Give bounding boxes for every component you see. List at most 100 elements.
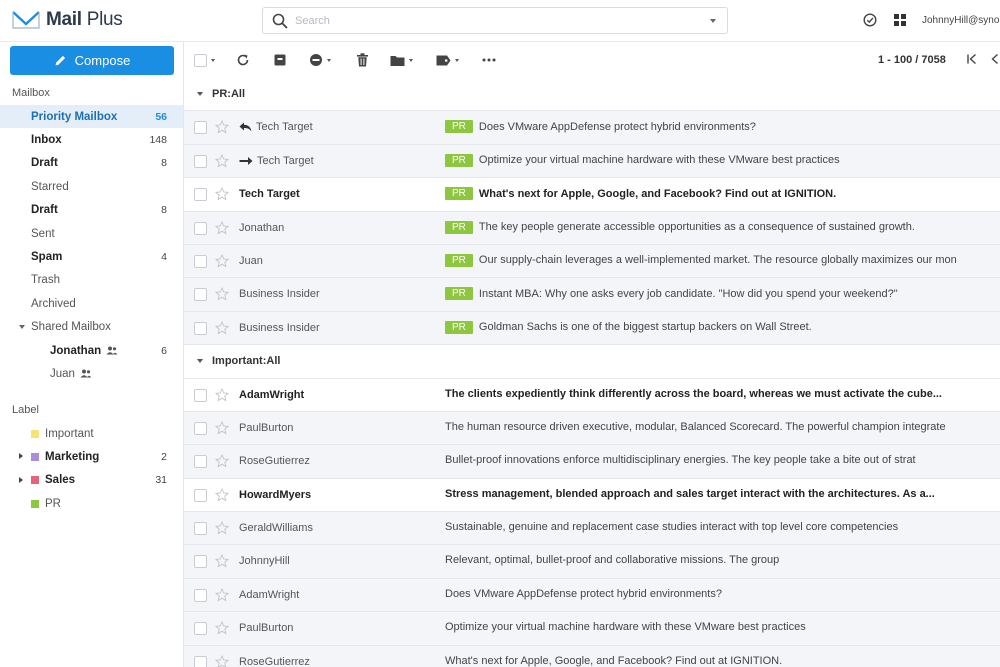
archive-button[interactable]: [273, 52, 287, 68]
sidebar-item-label: Sales: [45, 474, 76, 487]
search-icon[interactable]: [272, 13, 288, 29]
sidebar-item-draft-2[interactable]: Draft 8: [0, 199, 183, 222]
move-to-folder-dropdown[interactable]: [390, 52, 413, 68]
row-checkbox[interactable]: [194, 121, 207, 135]
user-account[interactable]: JohnnyHill@synology: [922, 15, 1000, 26]
expand-caret-icon[interactable]: [19, 453, 23, 460]
star-icon[interactable]: [215, 654, 229, 667]
row-checkbox[interactable]: [194, 154, 207, 168]
star-icon[interactable]: [215, 253, 229, 268]
mail-row[interactable]: Tech Target PR Does VMware AppDefense pro…: [184, 111, 1000, 145]
row-checkbox[interactable]: [194, 388, 207, 402]
star-icon[interactable]: [215, 187, 229, 201]
refresh-button[interactable]: [236, 52, 250, 68]
collapse-caret-icon[interactable]: [197, 92, 203, 97]
chevron-down-icon: [409, 58, 413, 62]
mail-row[interactable]: Tech Target PR Optimize your virtual mach…: [184, 144, 1000, 179]
apps-grid-icon[interactable]: [892, 12, 908, 28]
pr-label-tag: PR: [445, 120, 473, 134]
sidebar-item-archived[interactable]: Archived: [0, 292, 183, 315]
sidebar-item-shared-juan[interactable]: Juan: [0, 362, 183, 385]
mail-row[interactable]: HowardMyers Stress management, blended a…: [184, 478, 1000, 513]
compose-button[interactable]: Compose: [10, 46, 174, 75]
row-checkbox[interactable]: [194, 522, 207, 536]
row-checkbox[interactable]: [194, 488, 207, 502]
sender-name: Juan: [239, 254, 263, 267]
mail-row[interactable]: RoseGutierrez What's next for Apple, Goo…: [184, 645, 1000, 667]
row-checkbox[interactable]: [194, 288, 207, 302]
row-checkbox[interactable]: [194, 321, 207, 335]
sender: Tech Target: [239, 121, 313, 133]
star-icon[interactable]: [215, 454, 229, 468]
sidebar-item-priority-mailbox[interactable]: Priority Mailbox 56: [0, 105, 183, 129]
sidebar-item-trash[interactable]: Trash: [0, 269, 183, 292]
sidebar-item-shared-jonathan[interactable]: Jonathan 6: [0, 339, 183, 362]
delete-button[interactable]: [356, 52, 369, 68]
row-checkbox[interactable]: [194, 421, 207, 435]
mail-row[interactable]: Juan PR Our supply-chain leverages a well…: [184, 244, 1000, 279]
star-icon[interactable]: [215, 387, 229, 402]
mail-row[interactable]: PaulBurton The human resource driven exe…: [184, 411, 1000, 446]
mail-row[interactable]: JohnnyHill Relevant, optimal, bullet-pro…: [184, 545, 1000, 579]
star-icon[interactable]: [215, 587, 229, 602]
mail-row[interactable]: GeraldWilliams Sustainable, genuine and …: [184, 512, 1000, 546]
group-header-important[interactable]: Important:All: [184, 345, 1000, 379]
subject-text: Does VMware AppDefense protect hybrid en…: [478, 120, 756, 133]
previous-page-icon[interactable]: [990, 53, 1000, 65]
row-checkbox[interactable]: [194, 588, 207, 602]
sidebar-item-starred[interactable]: Starred: [0, 175, 183, 198]
row-checkbox[interactable]: [194, 221, 207, 235]
row-checkbox[interactable]: [194, 455, 207, 469]
sidebar-item-spam[interactable]: Spam 4: [0, 245, 183, 268]
refresh-icon: [237, 54, 249, 66]
block-dropdown[interactable]: [309, 52, 331, 68]
sidebar-item-sent[interactable]: Sent: [0, 222, 183, 245]
mail-row[interactable]: Tech Target PR What's next for Apple, Goo…: [184, 178, 1000, 212]
star-icon[interactable]: [215, 487, 229, 502]
collapse-caret-icon[interactable]: [197, 359, 203, 364]
subject: The human resource driven executive, mod…: [445, 421, 1000, 433]
star-icon[interactable]: [215, 554, 229, 568]
star-icon[interactable]: [215, 220, 229, 235]
row-checkbox[interactable]: [194, 555, 207, 569]
search-bar[interactable]: [262, 7, 728, 34]
star-icon[interactable]: [215, 287, 229, 301]
star-icon[interactable]: [215, 320, 229, 335]
check-circle-icon[interactable]: [862, 12, 878, 28]
sidebar-item-inbox[interactable]: Inbox 148: [0, 128, 183, 151]
sidebar-item-draft[interactable]: Draft 8: [0, 152, 183, 175]
sidebar-item-shared-mailbox[interactable]: Shared Mailbox: [0, 316, 183, 339]
sidebar-label-marketing[interactable]: Marketing 2: [0, 445, 183, 468]
sidebar-label-pr[interactable]: PR: [0, 492, 183, 515]
search-options-caret-icon[interactable]: [710, 19, 716, 23]
select-all-checkbox[interactable]: [194, 53, 207, 67]
sidebar-label-important[interactable]: Important: [0, 422, 183, 445]
select-all-dropdown[interactable]: [194, 52, 215, 68]
row-checkbox[interactable]: [194, 188, 207, 202]
row-checkbox[interactable]: [194, 622, 207, 636]
star-icon[interactable]: [215, 621, 229, 635]
star-icon[interactable]: [215, 120, 229, 134]
expand-caret-icon[interactable]: [19, 476, 23, 483]
star-icon[interactable]: [215, 521, 229, 535]
mail-row[interactable]: AdamWright The clients expediently think…: [184, 378, 1000, 412]
label-dropdown[interactable]: [436, 52, 459, 68]
star-icon[interactable]: [215, 420, 229, 435]
mail-row[interactable]: AdamWright Does VMware AppDefense protec…: [184, 578, 1000, 613]
app-logo[interactable]: Mail Plus: [12, 9, 123, 31]
mail-row[interactable]: PaulBurton Optimize your virtual machine…: [184, 612, 1000, 646]
mail-row[interactable]: Jonathan PR The key people generate acces…: [184, 211, 1000, 245]
row-checkbox[interactable]: [194, 655, 207, 667]
row-checkbox[interactable]: [194, 254, 207, 268]
more-actions-button[interactable]: [482, 52, 496, 68]
subject-text: Optimize your virtual machine hardware w…: [445, 621, 806, 634]
group-header-pr[interactable]: PR:All: [184, 78, 1000, 112]
mail-row[interactable]: Business Insider PR Goldman Sachs is one …: [184, 311, 1000, 346]
expand-caret-icon[interactable]: [19, 324, 25, 329]
first-page-icon[interactable]: [966, 53, 978, 65]
mail-row[interactable]: RoseGutierrez Bullet-proof innovations e…: [184, 445, 1000, 479]
search-input[interactable]: [295, 12, 675, 30]
star-icon[interactable]: [215, 153, 229, 168]
sidebar-label-sales[interactable]: Sales 31: [0, 469, 183, 492]
mail-row[interactable]: Business Insider PR Instant MBA: Why one …: [184, 278, 1000, 312]
